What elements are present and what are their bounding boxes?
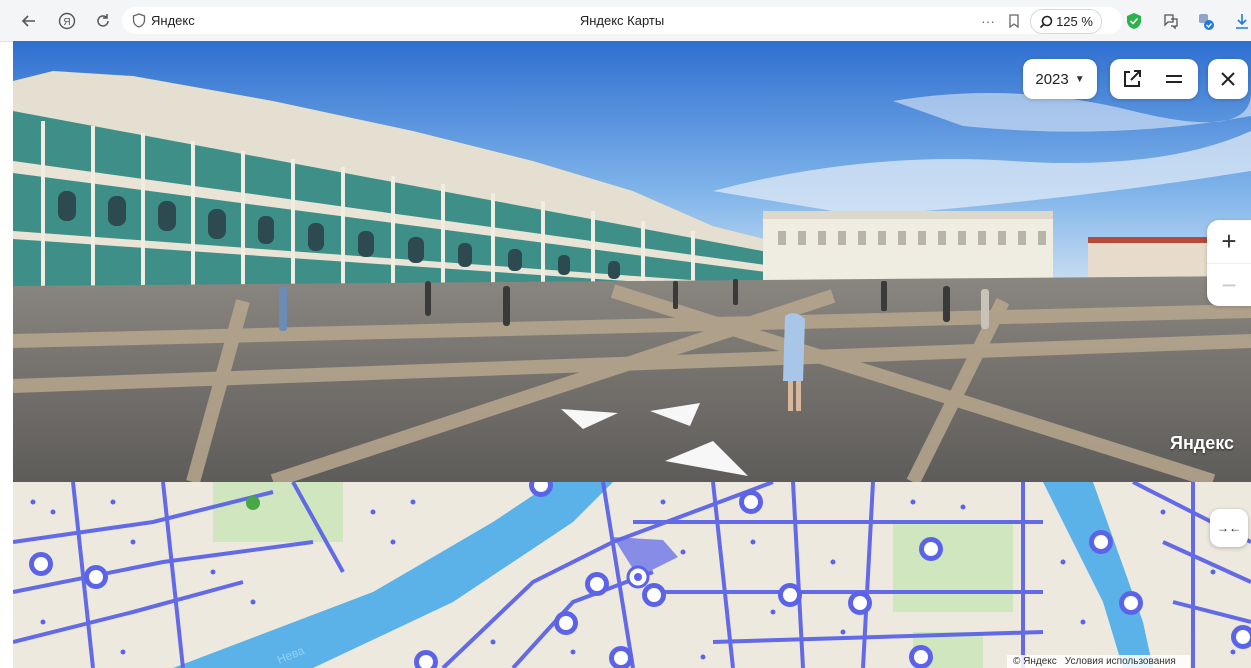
menu-icon	[1166, 75, 1182, 83]
panorama-image	[13, 41, 1251, 482]
close-button[interactable]	[1208, 59, 1248, 99]
extension-icon	[1199, 14, 1214, 30]
shield-icon	[1127, 13, 1141, 29]
collapse-map-button[interactable]: →←	[1210, 509, 1248, 547]
back-button[interactable]	[17, 9, 41, 33]
yandex-logo-icon: Я	[58, 12, 76, 30]
canal	[1043, 482, 1153, 668]
reload-icon	[97, 14, 109, 27]
share-icon	[1124, 70, 1141, 87]
close-icon	[1221, 72, 1235, 86]
download-icon	[1236, 14, 1248, 29]
map-copyright: © Яндекс Условия использования	[1007, 655, 1190, 668]
museum-icon[interactable]	[246, 496, 260, 510]
mini-map[interactable]: Нева →← © Яндекс Условия использования	[13, 482, 1251, 668]
svg-text:Я: Я	[63, 17, 70, 28]
zoom-level: 125 %	[1056, 14, 1093, 29]
yandex-watermark: Яндекс	[1170, 433, 1235, 453]
caret-down-icon: ▼	[1074, 73, 1085, 85]
copyright-text: © Яндекс	[1013, 656, 1057, 667]
panorama-tools	[1110, 59, 1198, 99]
menu-button[interactable]	[1162, 67, 1186, 91]
translate-icon	[1164, 14, 1178, 30]
zoom-in-button[interactable]: +	[1207, 220, 1251, 263]
yandex-button[interactable]: Я	[55, 9, 79, 33]
download-button[interactable]	[1230, 9, 1251, 33]
page-title: Яндекс Карты	[579, 13, 665, 28]
protect-button[interactable]	[1122, 9, 1146, 33]
zoom-control: + −	[1207, 220, 1251, 306]
extension-button[interactable]	[1194, 9, 1218, 33]
map-canvas: Нева	[13, 482, 1251, 668]
year-selector[interactable]: 2023 ▼	[1023, 59, 1097, 99]
browser-toolbar: Я Яндекс Яндекс Карты ··· 125 %	[0, 0, 1251, 42]
search-icon	[1039, 15, 1053, 28]
zoom-out-button[interactable]: −	[1207, 263, 1251, 307]
year-value: 2023	[1035, 70, 1069, 88]
zoom-indicator[interactable]: 125 %	[1030, 9, 1102, 34]
street-panorama[interactable]: 2023 ▼ + − Яндекс	[13, 41, 1251, 482]
bookmark-icon[interactable]	[1004, 11, 1024, 31]
address-bar[interactable]: Яндекс Яндекс Карты ···	[122, 7, 1122, 34]
more-icon[interactable]: ···	[978, 11, 998, 31]
share-button[interactable]	[1120, 67, 1144, 91]
reload-button[interactable]	[91, 9, 115, 33]
terms-link[interactable]: Условия использования	[1065, 656, 1176, 667]
translate-button[interactable]	[1159, 9, 1183, 33]
arrow-left-icon	[21, 15, 35, 27]
